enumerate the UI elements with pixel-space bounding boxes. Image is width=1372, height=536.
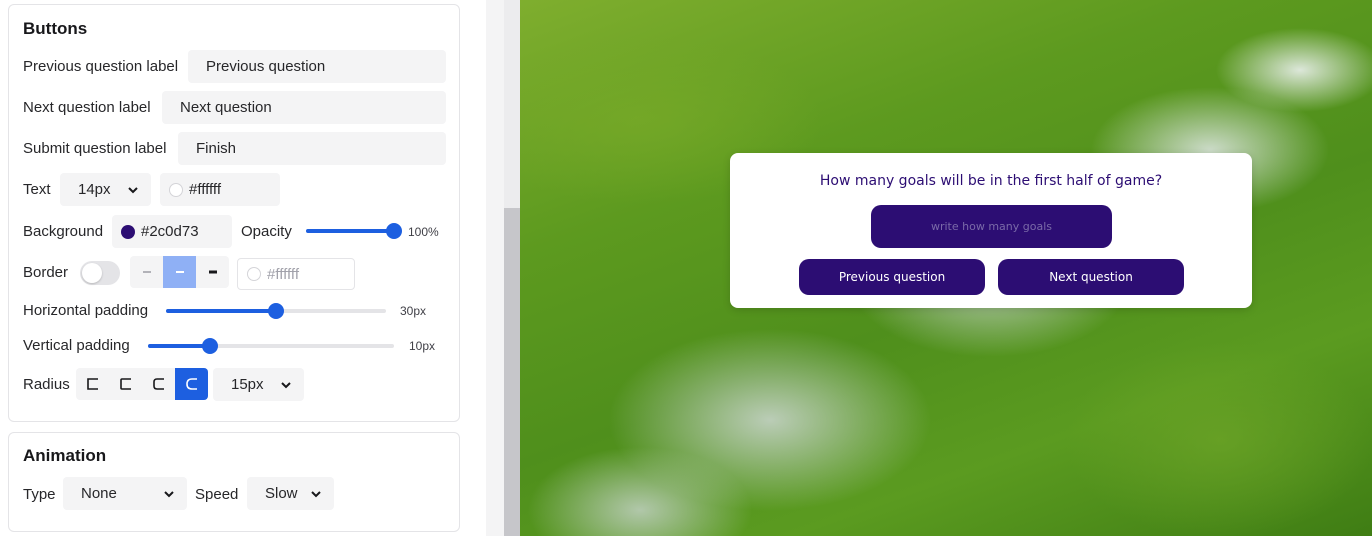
vertical-padding-slider[interactable] <box>148 337 394 355</box>
prev-label-value: Previous question <box>206 58 326 75</box>
border-style-group <box>130 256 229 288</box>
submit-label-label: Submit question label <box>23 140 167 157</box>
horizontal-padding-value: 30px <box>400 304 427 318</box>
next-label-value: Next question <box>180 99 272 116</box>
border-thin-option[interactable] <box>130 256 163 288</box>
text-color-swatch[interactable] <box>169 182 183 197</box>
next-label-input[interactable]: Next question <box>162 91 446 124</box>
chevron-down-icon <box>164 490 174 497</box>
app-root: Buttons Previous question label Previous… <box>0 0 1372 536</box>
quiz-answer-placeholder: write how many goals <box>930 220 1053 233</box>
buttons-settings-card: Buttons Previous question label Previous… <box>8 4 460 422</box>
border-toggle[interactable] <box>80 261 120 285</box>
line-thick-icon <box>208 270 217 274</box>
opacity-slider-handle[interactable] <box>386 223 402 239</box>
chevron-down-icon <box>128 186 138 193</box>
radius-large-option[interactable] <box>175 368 208 400</box>
prev-label-label: Previous question label <box>23 58 179 75</box>
vertical-padding-value: 10px <box>409 339 436 353</box>
settings-panel: Buttons Previous question label Previous… <box>0 0 486 536</box>
background-color-field[interactable]: #2c0d73 <box>112 215 232 248</box>
radius-none-option[interactable] <box>76 368 109 400</box>
background-color-swatch[interactable] <box>121 224 135 239</box>
previous-question-button[interactable]: Previous question <box>799 259 985 295</box>
opacity-label: Opacity <box>241 223 292 240</box>
animation-type-select[interactable]: None <box>63 477 187 510</box>
radius-option-group <box>76 368 208 400</box>
buttons-section-title: Buttons <box>23 19 88 38</box>
background-label: Background <box>23 223 104 240</box>
vertical-padding-handle[interactable] <box>201 338 218 354</box>
horizontal-padding-slider[interactable] <box>166 302 386 320</box>
corner-square-icon <box>86 378 98 390</box>
animation-speed-label: Speed <box>195 486 239 503</box>
animation-settings-card: Animation Type None Speed Slow <box>8 432 460 532</box>
border-color-value: #ffffff <box>267 265 299 283</box>
quiz-question: How many goals will be in the first half… <box>819 173 1163 189</box>
border-label: Border <box>23 264 69 281</box>
quiz-answer-input[interactable]: write how many goals <box>871 205 1112 248</box>
text-color-field[interactable]: #ffffff <box>160 173 280 206</box>
border-thick-option[interactable] <box>196 256 229 288</box>
line-thin-icon <box>142 271 151 273</box>
radius-label: Radius <box>23 376 70 393</box>
text-size-select[interactable]: 14px <box>60 173 151 206</box>
panel-scrollbar[interactable] <box>504 0 520 536</box>
line-medium-icon <box>175 271 184 273</box>
prev-label-input[interactable]: Previous question <box>188 50 446 83</box>
radius-medium-option[interactable] <box>142 368 175 400</box>
corner-round-icon <box>185 378 197 390</box>
animation-type-label: Type <box>23 486 56 503</box>
chevron-down-icon <box>281 381 291 388</box>
border-color-field[interactable]: #ffffff <box>237 258 355 290</box>
opacity-value: 100% <box>408 225 439 239</box>
next-label-label: Next question label <box>23 99 151 116</box>
corner-medium-icon <box>152 378 164 390</box>
border-medium-option[interactable] <box>163 256 196 288</box>
text-label: Text <box>23 181 51 198</box>
next-question-button[interactable]: Next question <box>998 259 1184 295</box>
opacity-slider[interactable] <box>306 222 402 240</box>
text-size-value: 14px <box>78 181 111 198</box>
chevron-down-icon <box>311 490 321 497</box>
border-color-swatch[interactable] <box>247 267 261 281</box>
radius-select[interactable]: 15px <box>213 368 304 401</box>
submit-label-input[interactable]: Finish <box>178 132 446 165</box>
radius-small-option[interactable] <box>109 368 142 400</box>
radius-value: 15px <box>231 376 264 393</box>
corner-small-icon <box>119 378 131 390</box>
background-color-value: #2c0d73 <box>141 223 199 240</box>
horizontal-padding-handle[interactable] <box>268 303 284 319</box>
horizontal-padding-label: Horizontal padding <box>23 302 149 319</box>
animation-section-title: Animation <box>23 446 107 465</box>
quiz-card: How many goals will be in the first half… <box>730 153 1252 308</box>
quiz-preview: How many goals will be in the first half… <box>520 0 1372 536</box>
vertical-padding-label: Vertical padding <box>23 337 130 354</box>
animation-type-value: None <box>81 485 117 502</box>
animation-speed-value: Slow <box>265 485 298 502</box>
animation-speed-select[interactable]: Slow <box>247 477 334 510</box>
text-color-value: #ffffff <box>189 181 221 198</box>
submit-label-value: Finish <box>196 140 237 157</box>
scrollbar-thumb[interactable] <box>504 208 520 536</box>
